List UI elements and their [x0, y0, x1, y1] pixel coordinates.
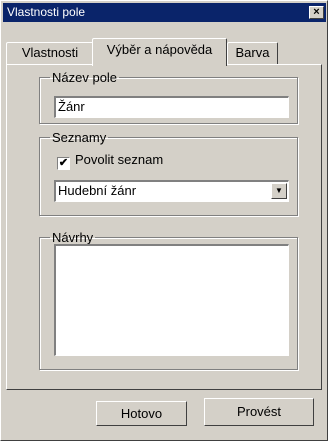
close-button[interactable]: × [309, 6, 324, 19]
apply-button[interactable]: Provést [204, 398, 314, 426]
title-bar: Vlastnosti pole × [3, 3, 326, 22]
tab-panel [6, 64, 322, 390]
tab-vlastnosti[interactable]: Vlastnosti [6, 42, 94, 64]
close-icon: × [313, 6, 320, 18]
window-title: Vlastnosti pole [7, 5, 86, 19]
tab-vyber-a-napoveda[interactable]: Výběr a nápověda [92, 38, 227, 66]
ok-button[interactable]: Hotovo [96, 401, 187, 426]
tab-barva[interactable]: Barva [227, 42, 278, 64]
